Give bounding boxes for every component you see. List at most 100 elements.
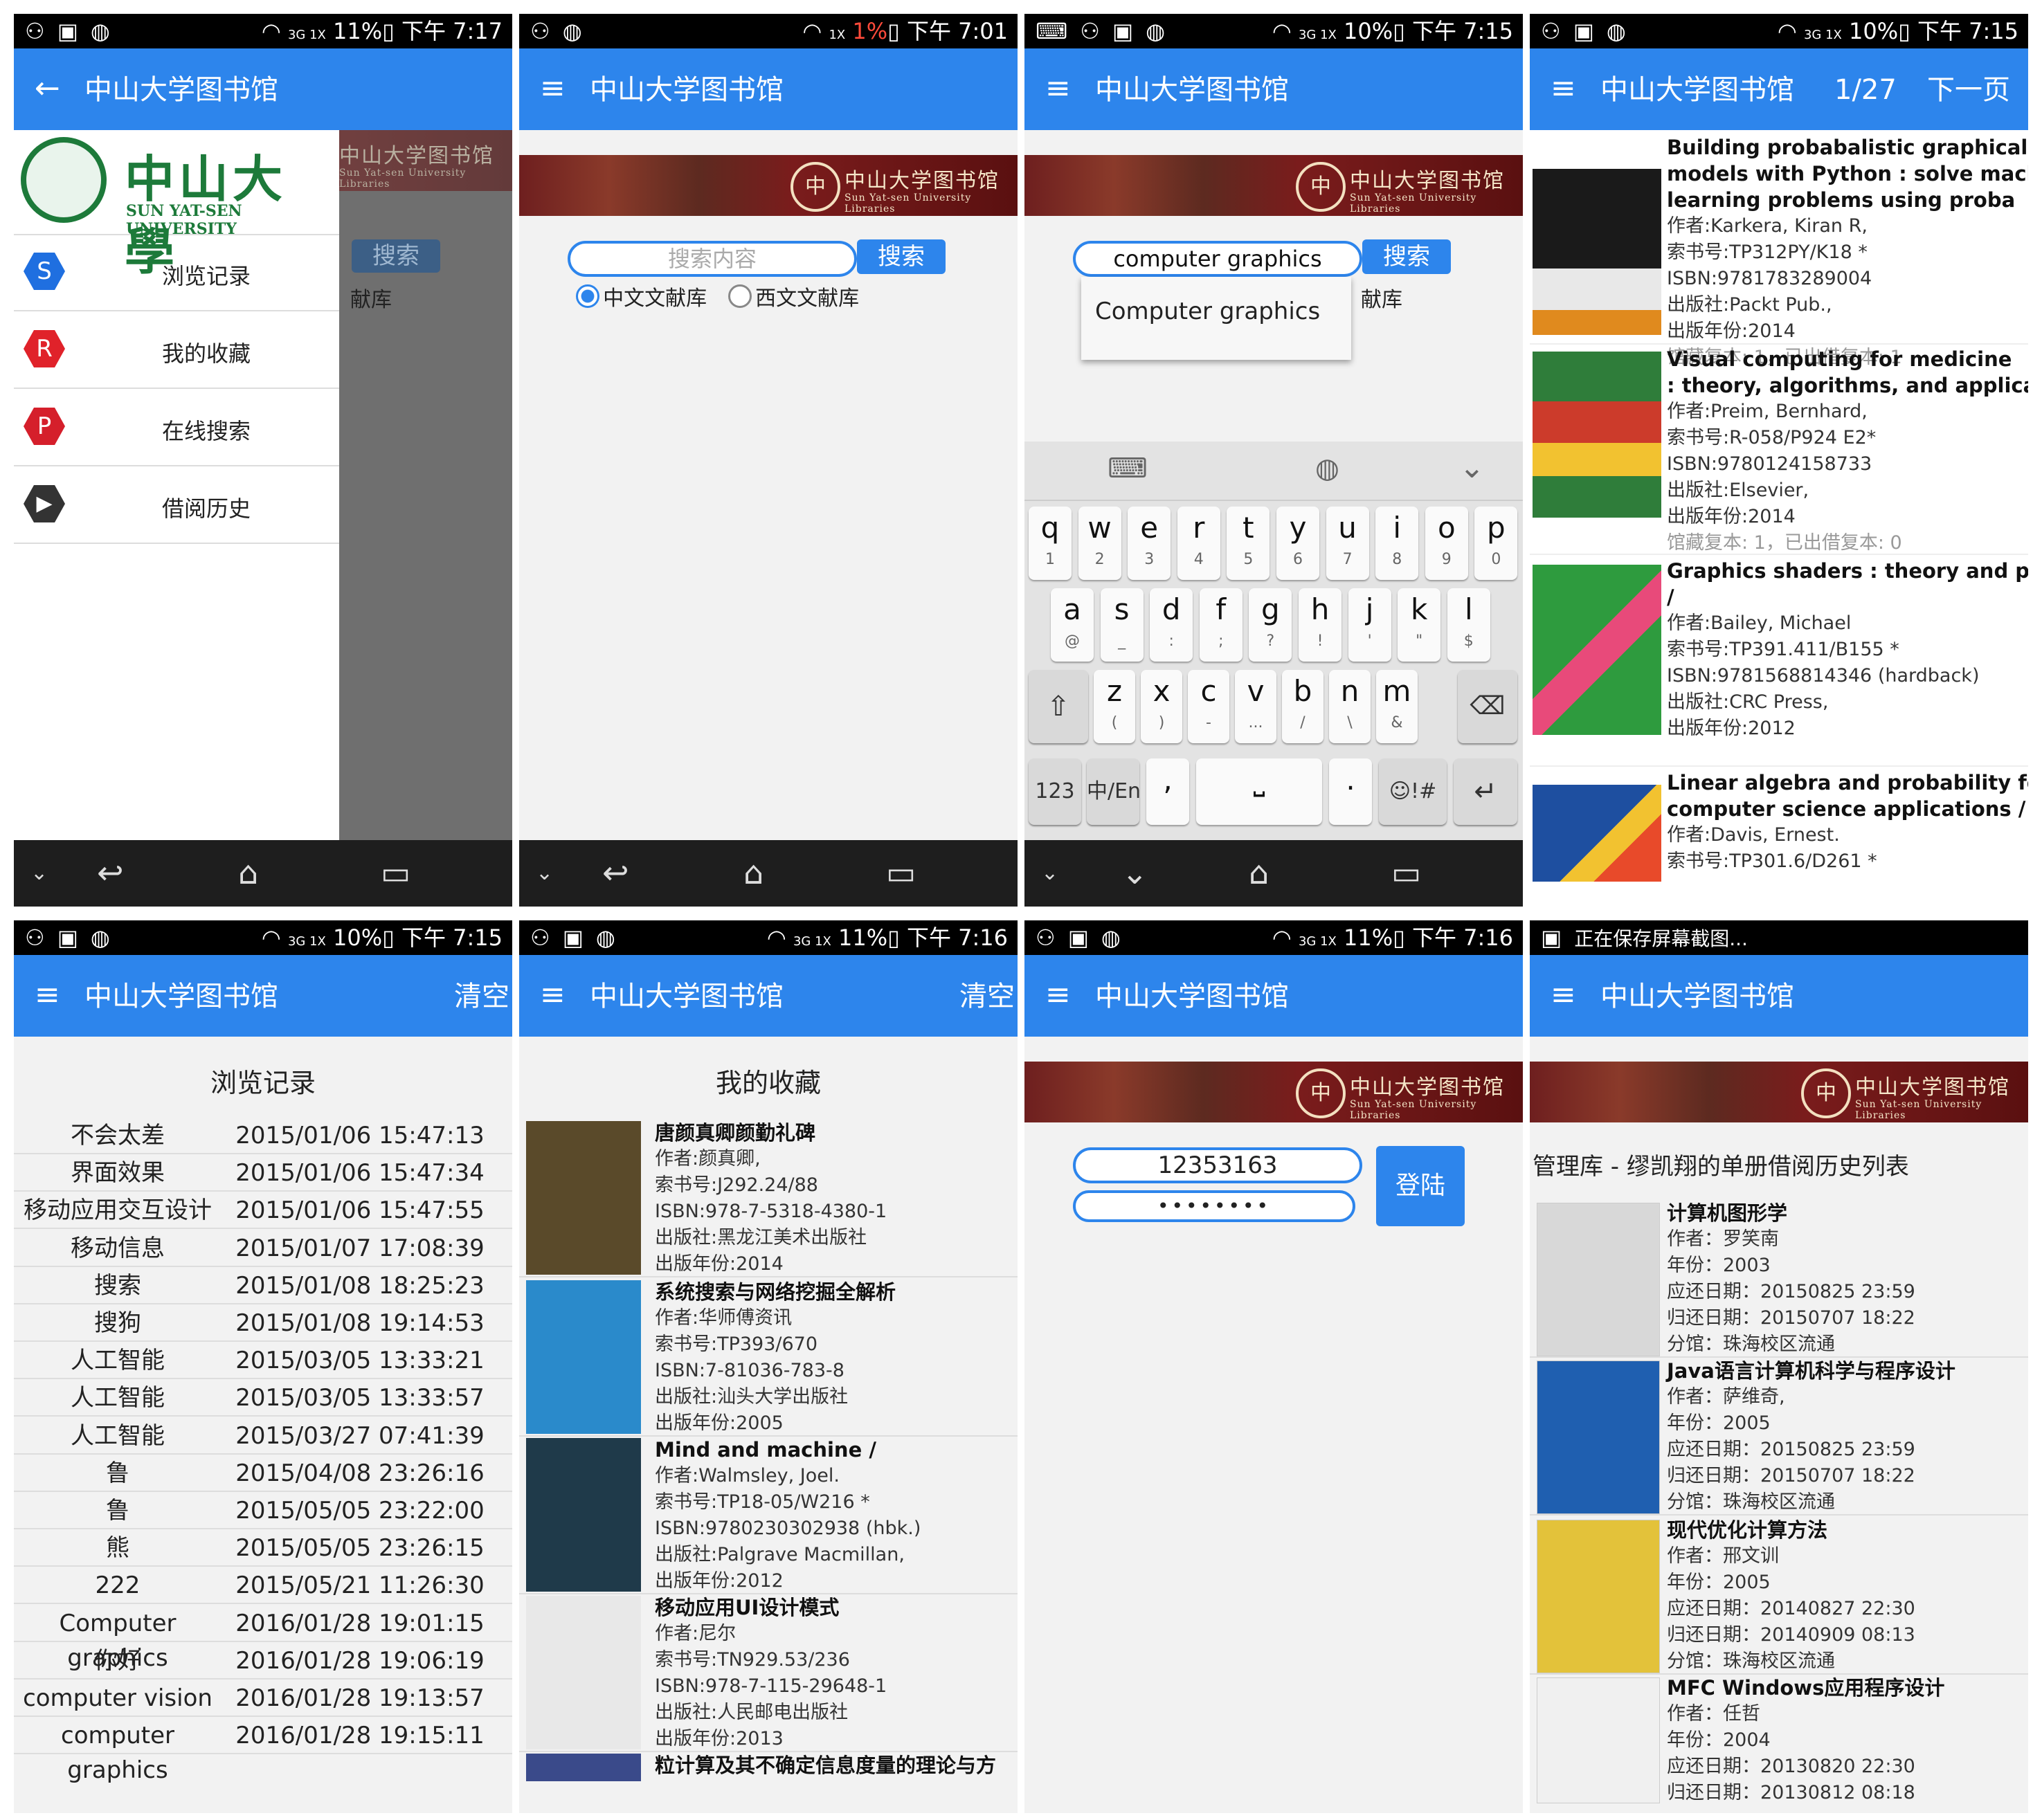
hide-keyboard-icon[interactable]: ⌄	[1121, 854, 1148, 891]
key-k[interactable]: k "	[1398, 588, 1441, 662]
key-a[interactable]: a @	[1051, 588, 1094, 662]
key-u[interactable]: u7	[1326, 507, 1369, 580]
clear-button[interactable]: 清空	[454, 977, 509, 1016]
favorite-item[interactable]: 粒计算及其不确定信息度量的理论与方	[519, 1752, 1018, 1813]
history-row[interactable]: 人工智能 2015/03/05 13:33:21	[14, 1343, 512, 1380]
key-j[interactable]: j '	[1348, 588, 1391, 662]
key-d[interactable]: d:	[1150, 588, 1193, 662]
history-row[interactable]: 鲁 2015/05/05 23:22:00	[14, 1493, 512, 1529]
history-row[interactable]: 界面效果 2015/01/06 15:47:34	[14, 1156, 512, 1192]
chevron-down-icon[interactable]: ⌄	[1041, 861, 1058, 885]
drawer-item-borrow[interactable]: ▶ 借阅历史	[14, 466, 339, 544]
key-m[interactable]: m &	[1376, 670, 1418, 743]
key-n[interactable]: n \	[1329, 670, 1371, 743]
chevron-down-icon[interactable]: ⌄	[30, 861, 48, 885]
login-button[interactable]: 登陆	[1376, 1146, 1465, 1226]
clear-button[interactable]: 清空	[959, 977, 1015, 1016]
menu-icon[interactable]: ≡	[1045, 69, 1071, 108]
key-x[interactable]: x)	[1141, 670, 1182, 743]
history-row[interactable]: 移动信息 2015/01/07 17:08:39	[14, 1231, 512, 1267]
recents-icon[interactable]: ▭	[1391, 854, 1421, 891]
history-row[interactable]: 你好 2016/01/28 19:06:19	[14, 1644, 512, 1680]
history-row[interactable]: 鲁 2015/04/08 23:26:16	[14, 1456, 512, 1492]
key-f[interactable]: f;	[1199, 588, 1243, 662]
key-i[interactable]: i8	[1375, 507, 1419, 580]
recents-icon[interactable]: ▭	[381, 854, 410, 891]
language-key[interactable]: 中/En	[1087, 758, 1141, 825]
history-row[interactable]: computer graphics 2016/01/28 19:15:11	[14, 1718, 512, 1784]
borrow-item[interactable]: 现代优化计算方法 作者：邢文训 年份：2005 应还日期：20140827 22:30…	[1530, 1517, 2028, 1675]
key-q[interactable]: q1	[1029, 507, 1072, 580]
menu-icon[interactable]: ≡	[1045, 976, 1071, 1014]
favorite-item[interactable]: 移动应用UI设计模式 作者:尼尔 索书号:TN929.53/236 ISBN:978-…	[519, 1594, 1018, 1752]
result-item[interactable]: Visual computing for medicine : theory, …	[1530, 346, 2028, 555]
search-button[interactable]: 搜索	[1362, 239, 1451, 274]
history-row[interactable]: Computer graphics 2016/01/28 19:01:15	[14, 1606, 512, 1672]
key-l[interactable]: l $	[1447, 588, 1490, 662]
search-button[interactable]: 搜索	[857, 239, 946, 274]
key-p[interactable]: p0	[1474, 507, 1518, 580]
enter-key[interactable]: ↵	[1454, 758, 1517, 825]
key-o[interactable]: o9	[1425, 507, 1468, 580]
borrow-item[interactable]: Java语言计算机科学与程序设计 作者：萨维奇, 年份：2005 应还日期：20150…	[1530, 1358, 2028, 1516]
drawer-item-search[interactable]: P 在线搜索	[14, 389, 339, 466]
next-page-button[interactable]: 下一页	[1927, 71, 2010, 109]
period-key[interactable]: .	[1329, 758, 1372, 825]
history-row[interactable]: 人工智能 2015/03/05 13:33:57	[14, 1381, 512, 1417]
key-b[interactable]: b /	[1282, 670, 1323, 743]
back-icon[interactable]: ↩	[97, 854, 124, 891]
drawer-item-history[interactable]: S 浏览记录	[14, 234, 339, 311]
favorite-item[interactable]: 系统搜索与网络挖掘全解析 作者:华师傅资讯 索书号:TP393/670 ISBN:7-…	[519, 1279, 1018, 1437]
history-row[interactable]: computer vision 2016/01/28 19:13:57	[14, 1681, 512, 1717]
chevron-down-icon[interactable]: ⌄	[1459, 450, 1485, 485]
borrow-item[interactable]: 计算机图形学 作者：罗笑南 年份：2003 应还日期：20150825 23:59 归还…	[1530, 1200, 2028, 1358]
comma-key[interactable]: ,	[1146, 758, 1189, 825]
back-arrow-icon[interactable]: ←	[35, 69, 60, 108]
menu-icon[interactable]: ≡	[35, 976, 60, 1014]
search-input[interactable]: 搜索内容	[568, 241, 857, 277]
shift-key[interactable]: ⇧	[1029, 670, 1088, 743]
menu-icon[interactable]: ≡	[540, 976, 566, 1014]
autocomplete-suggestion[interactable]: Computer graphics	[1095, 298, 1320, 325]
account-field[interactable]: 12353163	[1073, 1147, 1362, 1183]
history-row[interactable]: 移动应用交互设计 2015/01/06 15:47:55	[14, 1193, 512, 1230]
borrow-item[interactable]: MFC Windows应用程序设计 作者：任哲 年份：2004 应还日期：201308…	[1530, 1675, 2028, 1813]
history-row[interactable]: 不会太差 2015/01/06 15:47:13	[14, 1118, 512, 1154]
backspace-key[interactable]: ⌫	[1458, 670, 1517, 743]
favorite-item[interactable]: Mind and machine / 作者:Walmsley, Joel. 索书号:…	[519, 1437, 1018, 1594]
menu-icon[interactable]: ≡	[1551, 69, 1576, 108]
emoji-key[interactable]: ☺!#	[1379, 758, 1447, 825]
result-item[interactable]: Linear algebra and probability for compu…	[1530, 770, 2028, 907]
menu-icon[interactable]: ≡	[540, 69, 566, 108]
home-icon[interactable]: ⌂	[238, 854, 258, 891]
home-icon[interactable]: ⌂	[743, 854, 764, 891]
key-t[interactable]: t5	[1227, 507, 1270, 580]
radio-chinese[interactable]: 中文文献库	[576, 281, 707, 311]
key-r[interactable]: r4	[1177, 507, 1220, 580]
menu-icon[interactable]: ≡	[1551, 976, 1576, 1014]
recents-icon[interactable]: ▭	[886, 854, 916, 891]
numbers-key[interactable]: 123	[1029, 758, 1081, 825]
key-y[interactable]: y6	[1276, 507, 1319, 580]
key-z[interactable]: z(	[1094, 670, 1135, 743]
result-item[interactable]: Graphics shaders : theory and practice /…	[1530, 558, 2028, 767]
history-row[interactable]: 搜狗 2015/01/08 19:14:53	[14, 1306, 512, 1342]
key-h[interactable]: h!	[1299, 588, 1341, 662]
result-item[interactable]: Building probabalistic graphical models …	[1530, 134, 2028, 368]
key-s[interactable]: s _	[1100, 588, 1144, 662]
globe-icon[interactable]: ◍	[1315, 453, 1339, 484]
home-icon[interactable]: ⌂	[1249, 854, 1269, 891]
search-input[interactable]: computer graphics	[1073, 241, 1362, 277]
key-c[interactable]: c-	[1188, 670, 1229, 743]
history-row[interactable]: 搜索 2015/01/08 18:25:23	[14, 1268, 512, 1304]
key-g[interactable]: g?	[1249, 588, 1292, 662]
keyboard-icon[interactable]: ⌨	[1108, 453, 1148, 484]
history-row[interactable]: 人工智能 2015/03/27 07:41:39	[14, 1419, 512, 1455]
history-row[interactable]: 熊 2015/05/05 23:26:15	[14, 1531, 512, 1567]
space-key[interactable]: ⎵	[1196, 758, 1322, 825]
back-icon[interactable]: ↩	[602, 854, 629, 891]
drawer-item-favorites[interactable]: R 我的收藏	[14, 311, 339, 389]
key-v[interactable]: v...	[1235, 670, 1276, 743]
favorite-item[interactable]: 唐颜真卿颜勤礼碑 作者:颜真卿, 索书号:J292.24/88 ISBN:978-7-…	[519, 1120, 1018, 1277]
password-field[interactable]: ••••••••	[1073, 1190, 1355, 1222]
